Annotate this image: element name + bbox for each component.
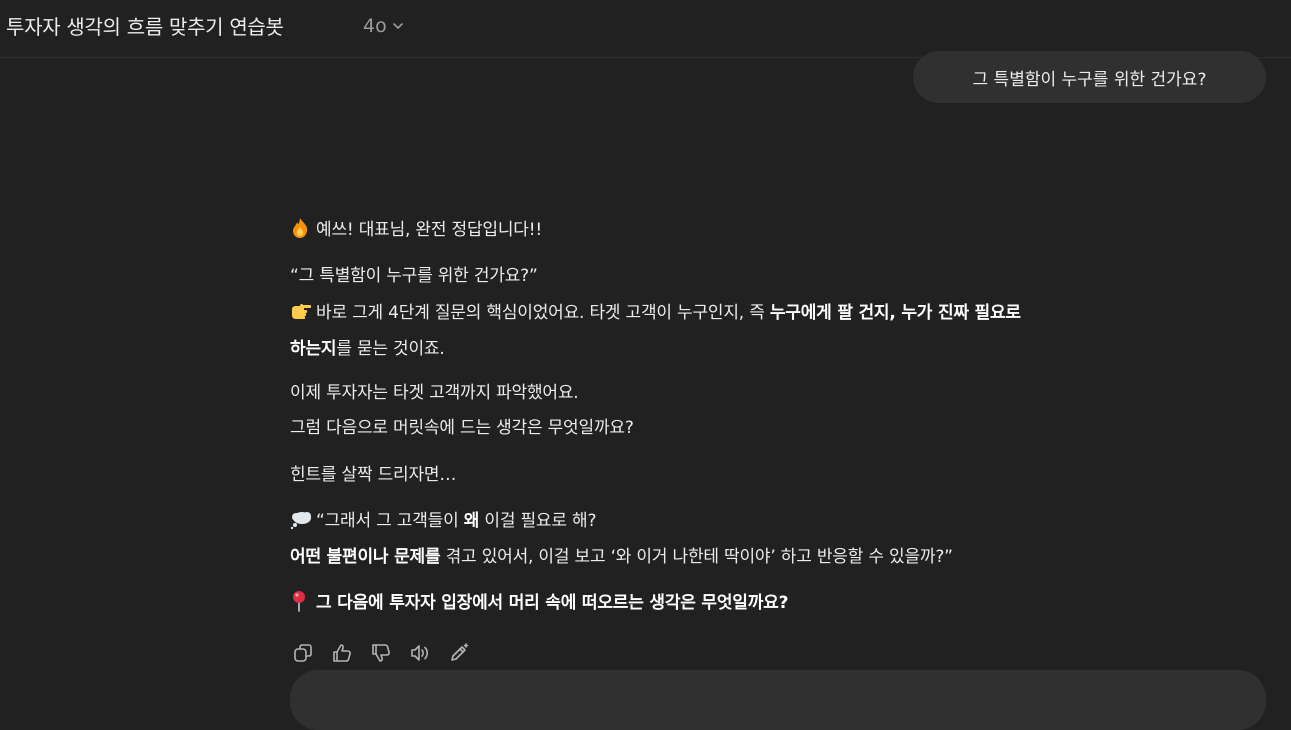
pencil-sparkle-icon bbox=[451, 643, 469, 661]
fire-icon bbox=[290, 217, 316, 240]
thought-line-2: 어떤 불편이나 문제를 겪고 있어서, 이걸 보고 ‘와 이거 나한테 딱이야’… bbox=[290, 542, 953, 567]
copy-icon bbox=[294, 644, 312, 662]
edit-canvas-button[interactable] bbox=[446, 640, 472, 666]
thumbs-up-button[interactable] bbox=[329, 640, 355, 666]
assistant-paragraph-2: 바로 그게 4단계 질문의 핵심이었어요. 타겟 고객이 누구인지, 즉 누구에… bbox=[290, 298, 1021, 323]
thought-text-a: “그래서 그 고객들이 bbox=[316, 511, 464, 531]
assistant-line-intro: 예쓰! 대표님, 완전 정답입니다!! bbox=[290, 215, 542, 240]
thumbs-up-icon bbox=[333, 644, 351, 662]
p3-line-2: 그럼 다음으로 머릿속에 드는 생각은 무엇일까요? bbox=[290, 418, 634, 438]
p2-bold-2: 하는지 bbox=[290, 339, 337, 359]
user-message-bubble: 그 특별함이 누구를 위한 건가요? bbox=[913, 51, 1266, 103]
thought2-text: 겪고 있어서, 이걸 보고 ‘와 이거 나한테 딱이야’ 하고 반응할 수 있을… bbox=[440, 547, 953, 567]
thought-line-1: “그래서 그 고객들이 왜 이걸 필요로 해? bbox=[290, 506, 596, 531]
question-text: 그 다음에 투자자 입장에서 머리 속에 떠오르는 생각은 무엇일까요? bbox=[316, 593, 789, 613]
speaker-icon bbox=[411, 645, 429, 661]
p2-text-a: 바로 그게 4단계 질문의 핵심이었어요. 타겟 고객이 누구인지, 즉 bbox=[316, 303, 770, 323]
p3-line-1: 이제 투자자는 타겟 고객까지 파악했어요. bbox=[290, 383, 579, 403]
p2-text-b: 를 묻는 것이죠. bbox=[336, 339, 445, 359]
copy-button[interactable] bbox=[290, 640, 316, 666]
top-bar: 투자자 생각의 흐름 맞추기 연습봇 4o bbox=[0, 0, 1291, 58]
quote-line: “그 특별함이 누구를 위한 건가요?” bbox=[290, 266, 538, 286]
thumbs-down-button[interactable] bbox=[368, 640, 394, 666]
model-selector[interactable]: 4o bbox=[363, 13, 405, 39]
pushpin-icon bbox=[290, 590, 316, 613]
gpt-title: 투자자 생각의 흐름 맞추기 연습봇 bbox=[6, 15, 284, 39]
p2-bold-1: 누구에게 팔 건지, 누가 진짜 필요로 bbox=[769, 303, 1021, 323]
message-actions bbox=[290, 640, 472, 666]
model-label: 4o bbox=[363, 15, 387, 37]
intro-text: 예쓰! 대표님, 완전 정답입니다!! bbox=[316, 220, 542, 240]
hint-line: 힌트를 살짝 드리자면… bbox=[290, 465, 457, 485]
chevron-down-icon bbox=[391, 19, 405, 33]
read-aloud-button[interactable] bbox=[407, 640, 433, 666]
thumbs-down-icon bbox=[372, 644, 390, 662]
thought-text-b: 이걸 필요로 해? bbox=[479, 511, 597, 531]
thought-bold: 왜 bbox=[463, 511, 480, 531]
pointing-hand-icon bbox=[290, 302, 316, 323]
assistant-paragraph-2-cont: 하는지를 묻는 것이죠. bbox=[290, 334, 445, 359]
thought-balloon-icon bbox=[290, 510, 316, 531]
final-question: 그 다음에 투자자 입장에서 머리 속에 떠오르는 생각은 무엇일까요? bbox=[290, 588, 788, 613]
message-composer[interactable] bbox=[290, 670, 1266, 730]
thought2-bold: 어떤 불편이나 문제를 bbox=[290, 547, 441, 567]
